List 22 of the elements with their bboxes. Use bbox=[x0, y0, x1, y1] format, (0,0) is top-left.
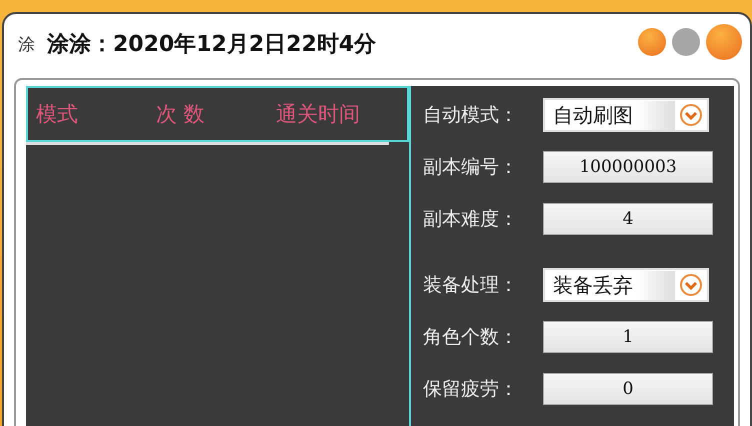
maximize-button[interactable] bbox=[672, 28, 700, 56]
chevron-down-icon bbox=[679, 103, 703, 127]
window-title: 涂涂：2020年12月2日22时4分 bbox=[47, 31, 376, 59]
setting-label: 副本难度： bbox=[423, 207, 519, 232]
dropdown[interactable]: 装备丢弃 bbox=[543, 268, 709, 302]
column-header: 通关时间 bbox=[276, 101, 361, 128]
column-header: 模式 bbox=[36, 101, 79, 128]
close-button[interactable] bbox=[706, 24, 742, 60]
dropdown[interactable]: 自动刷图 bbox=[543, 98, 709, 132]
setting-label: 副本编号： bbox=[423, 155, 519, 180]
input-field[interactable]: 1 bbox=[543, 321, 713, 353]
column-header: 次 数 bbox=[156, 101, 206, 128]
input-field[interactable]: 0 bbox=[543, 373, 713, 405]
app-icon: 涂 bbox=[18, 32, 35, 56]
setting-label: 自动模式： bbox=[423, 103, 519, 128]
setting-label: 保留疲劳： bbox=[423, 377, 519, 402]
minimize-button[interactable] bbox=[638, 28, 666, 56]
input-field[interactable]: 4 bbox=[543, 203, 713, 235]
input-field[interactable]: 100000003 bbox=[543, 151, 713, 183]
setting-label: 装备处理： bbox=[423, 273, 519, 298]
setting-label: 角色个数： bbox=[423, 325, 519, 350]
chevron-down-icon bbox=[679, 273, 703, 297]
